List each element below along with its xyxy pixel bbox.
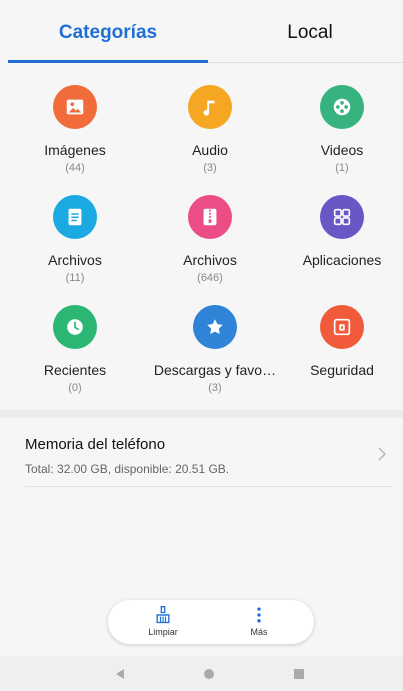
image-icon <box>53 85 97 129</box>
chevron-right-icon <box>378 447 387 461</box>
bottom-action-bar: Limpiar Más <box>108 600 314 644</box>
category-label: Descargas y favo… <box>153 362 277 378</box>
active-tab-indicator <box>8 60 208 63</box>
tab-categories[interactable]: Categorías <box>8 22 208 44</box>
category-recent[interactable]: Recientes (0) <box>8 305 142 394</box>
clean-button[interactable]: Limpiar <box>118 600 208 644</box>
category-count: (3) <box>208 382 222 394</box>
safe-icon <box>320 305 364 349</box>
category-count: (646) <box>197 272 223 284</box>
category-count: (11) <box>65 272 85 284</box>
storage-detail: Total: 32.00 GB, disponible: 20.51 GB. <box>25 462 230 476</box>
category-count: (0) <box>68 382 82 394</box>
category-count: (1) <box>335 162 349 174</box>
more-label: Más <box>250 627 268 637</box>
clock-icon <box>53 305 97 349</box>
star-icon <box>193 305 237 349</box>
category-security[interactable]: Seguridad <box>275 305 403 382</box>
tab-bar: Categorías Local <box>0 0 403 64</box>
category-label: Seguridad <box>310 362 374 378</box>
category-downloads[interactable]: Descargas y favo… (3) <box>148 305 282 394</box>
category-videos[interactable]: Videos (1) <box>275 85 403 174</box>
section-divider <box>0 410 403 418</box>
film-reel-icon <box>320 85 364 129</box>
category-label: Archivos <box>48 252 102 268</box>
category-label: Videos <box>320 142 364 158</box>
more-button[interactable]: Más <box>214 600 304 644</box>
home-icon[interactable] <box>203 668 215 680</box>
more-vertical-icon <box>257 607 261 623</box>
category-label: Audio <box>192 142 228 158</box>
tab-local[interactable]: Local <box>210 22 403 44</box>
categories-grid: Imágenes (44) Audio (3) Videos (1) Archi… <box>0 75 403 405</box>
system-navigation-bar <box>0 656 403 691</box>
category-apps[interactable]: Aplicaciones <box>275 195 403 272</box>
tab-divider-line <box>208 62 403 63</box>
row-divider <box>25 486 393 487</box>
storage-title: Memoria del teléfono <box>25 436 166 453</box>
music-note-icon <box>188 85 232 129</box>
category-audio[interactable]: Audio (3) <box>143 85 277 174</box>
category-count: (3) <box>203 162 217 174</box>
back-icon[interactable] <box>114 668 126 680</box>
clean-label: Limpiar <box>148 627 178 637</box>
category-count: (44) <box>65 162 85 174</box>
document-icon <box>53 195 97 239</box>
category-images[interactable]: Imágenes (44) <box>8 85 142 174</box>
phone-storage-row[interactable]: Memoria del teléfono Total: 32.00 GB, di… <box>0 418 403 490</box>
category-documents[interactable]: Archivos (11) <box>8 195 142 284</box>
apps-grid-icon <box>320 195 364 239</box>
category-label: Imágenes <box>44 142 106 158</box>
recents-icon[interactable] <box>293 668 305 680</box>
broom-icon <box>156 606 170 624</box>
category-label: Archivos <box>183 252 237 268</box>
zip-archive-icon <box>188 195 232 239</box>
category-label: Aplicaciones <box>302 252 382 268</box>
category-label: Recientes <box>43 362 107 378</box>
category-archives[interactable]: Archivos (646) <box>143 195 277 284</box>
